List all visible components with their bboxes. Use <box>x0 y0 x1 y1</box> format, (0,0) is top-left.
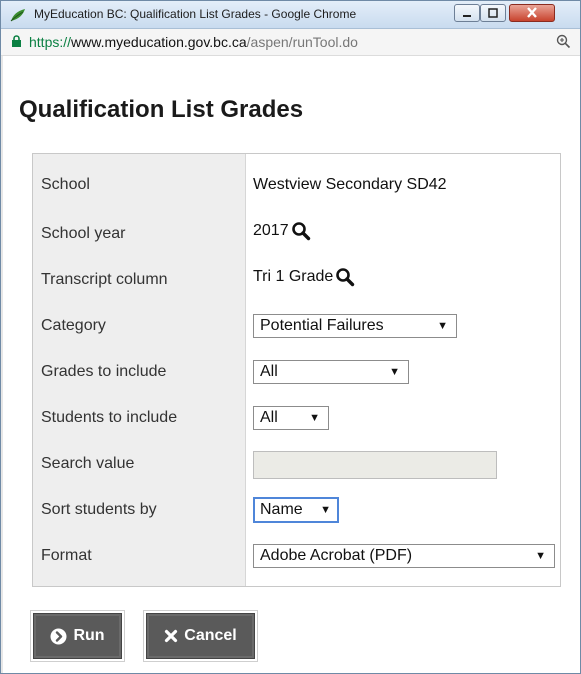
zoom-icon[interactable] <box>556 34 571 49</box>
search-value-label: Search value <box>41 455 135 472</box>
dropdown-arrow-icon: ▼ <box>320 504 331 516</box>
category-selected: Potential Failures <box>260 317 384 334</box>
transcript-column-label: Transcript column <box>41 271 168 288</box>
grades-selected: All <box>260 363 278 380</box>
transcript-column-field: Tri 1 Grade <box>253 267 355 287</box>
cancel-button-label: Cancel <box>184 627 237 644</box>
maximize-icon <box>488 8 498 18</box>
window-title: MyEducation BC: Qualification List Grade… <box>34 7 357 21</box>
title-bar[interactable]: MyEducation BC: Qualification List Grade… <box>1 1 580 29</box>
lock-icon <box>12 35 21 47</box>
category-select[interactable]: Potential Failures ▼ <box>253 314 457 338</box>
run-button-label: Run <box>73 627 105 644</box>
grades-to-include-select[interactable]: All ▼ <box>253 360 409 384</box>
url-path: /aspen/runTool.do <box>246 34 358 50</box>
category-label: Category <box>41 317 106 334</box>
url-scheme: https:// <box>29 34 72 50</box>
circle-arrow-right-icon <box>50 628 67 644</box>
students-to-include-label: Students to include <box>41 409 178 426</box>
sort-students-by-select[interactable]: Name ▼ <box>253 497 339 523</box>
url-text[interactable]: https://www.myeducation.gov.bc.ca/aspen/… <box>29 34 358 50</box>
search-value-input[interactable] <box>253 451 497 479</box>
address-bar[interactable]: https://www.myeducation.gov.bc.ca/aspen/… <box>1 29 580 56</box>
school-year-field: 2017 <box>253 221 311 241</box>
maximize-button[interactable] <box>480 4 506 22</box>
school-label: School <box>41 176 90 193</box>
dropdown-arrow-icon: ▼ <box>535 550 546 562</box>
students-selected: All <box>260 409 278 426</box>
cancel-button[interactable]: Cancel <box>143 610 258 662</box>
school-year-label: School year <box>41 225 126 242</box>
school-value: Westview Secondary SD42 <box>253 176 447 193</box>
dropdown-arrow-icon: ▼ <box>437 320 448 332</box>
dropdown-arrow-icon: ▼ <box>309 412 320 424</box>
dropdown-arrow-icon: ▼ <box>389 366 400 378</box>
close-icon <box>527 7 537 18</box>
x-icon <box>165 629 178 643</box>
sort-students-by-label: Sort students by <box>41 501 157 518</box>
school-year-lookup-icon[interactable] <box>291 221 311 241</box>
run-button[interactable]: Run <box>30 610 125 662</box>
grades-to-include-label: Grades to include <box>41 363 167 380</box>
minimize-button[interactable] <box>454 4 480 22</box>
format-select[interactable]: Adobe Acrobat (PDF) ▼ <box>253 544 555 568</box>
format-label: Format <box>41 547 92 564</box>
transcript-column-lookup-icon[interactable] <box>335 267 355 287</box>
school-year-value: 2017 <box>253 222 289 239</box>
browser-window: MyEducation BC: Qualification List Grade… <box>0 0 581 674</box>
report-parameters-form: School Westview Secondary SD42 School ye… <box>32 153 561 587</box>
transcript-column-value: Tri 1 Grade <box>253 268 334 285</box>
myeducation-leaf-icon <box>10 9 25 22</box>
students-to-include-select[interactable]: All ▼ <box>253 406 329 430</box>
url-host: www.myeducation.gov.bc.ca <box>71 34 247 50</box>
minimize-icon <box>463 15 471 17</box>
page-title: Qualification List Grades <box>19 96 304 123</box>
format-selected: Adobe Acrobat (PDF) <box>260 547 413 564</box>
sort-selected: Name <box>260 501 303 518</box>
close-button[interactable] <box>509 4 555 22</box>
left-edge-divider <box>1 56 3 673</box>
